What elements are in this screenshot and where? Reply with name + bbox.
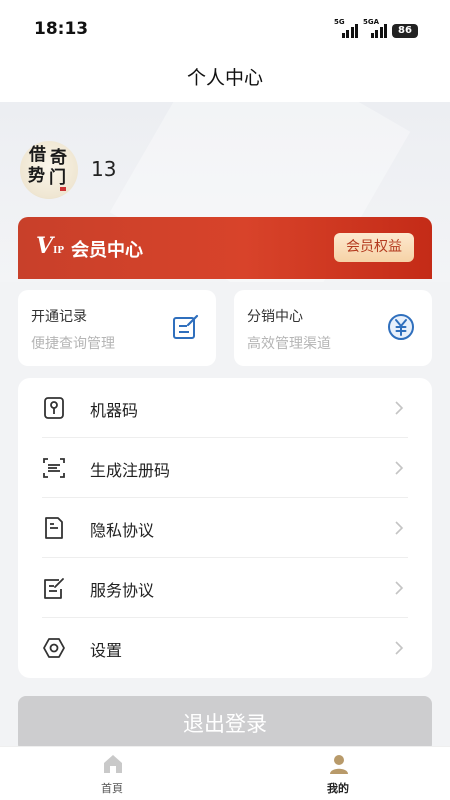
menu-label-privacy-policy: 隐私协议 [90, 521, 155, 540]
page-header: 个人中心 [0, 58, 450, 102]
avatar[interactable]: 借 奇 势 门 [20, 141, 78, 199]
menu-item-machine-code[interactable]: 机器码 [18, 378, 432, 438]
seal-stamp-icon [60, 187, 66, 191]
battery-icon: 86 [392, 24, 418, 38]
avatar-char-2: 奇 [50, 148, 67, 168]
menu-item-generate-code[interactable]: 生成注册码 [18, 438, 432, 498]
status-time: 18:13 [34, 19, 89, 39]
vip-benefits-button[interactable]: 会员权益 [334, 233, 414, 262]
key-icon [44, 397, 64, 419]
edit-note-icon [173, 314, 199, 339]
signal-5g-icon: 5G [334, 18, 358, 38]
chevron-right-icon [395, 401, 404, 415]
username: 13 [91, 157, 117, 181]
open-records-subtitle: 便捷查询管理 [31, 336, 115, 352]
service-doc-icon [44, 578, 64, 599]
page-title: 个人中心 [186, 67, 263, 89]
distribution-center-card[interactable]: 分销中心 高效管理渠道 [234, 290, 432, 366]
tab-home[interactable]: 首頁 [56, 747, 168, 800]
chevron-right-icon [395, 461, 404, 475]
vip-title: 会员中心 [71, 240, 143, 261]
open-records-title: 开通记录 [31, 309, 87, 325]
menu-item-privacy-policy[interactable]: 隐私协议 [18, 498, 432, 558]
home-icon [104, 755, 122, 773]
avatar-char-1: 借 [29, 145, 46, 165]
settings-icon [43, 638, 65, 658]
privacy-doc-icon [45, 517, 63, 539]
menu-item-settings[interactable]: 设置 [18, 618, 432, 678]
tab-home-label: 首頁 [101, 782, 123, 795]
distribution-center-title: 分销中心 [247, 309, 303, 325]
open-records-card[interactable]: 开通记录 便捷查询管理 [18, 290, 216, 366]
user-icon [330, 755, 348, 774]
vip-logo-icon: VIP [36, 233, 65, 259]
vip-banner[interactable]: VIP 会员中心 会员权益 [18, 217, 432, 279]
menu-label-machine-code: 机器码 [90, 401, 139, 420]
scan-code-icon [43, 458, 65, 478]
yuan-icon [388, 314, 414, 340]
distribution-center-subtitle: 高效管理渠道 [247, 336, 331, 352]
menu-label-settings: 设置 [90, 641, 123, 660]
chevron-right-icon [395, 581, 404, 595]
menu-list: 机器码 生成注册码 隐私协议 服务协议 设置 [18, 378, 432, 678]
avatar-char-4: 门 [49, 168, 66, 188]
chevron-right-icon [395, 641, 404, 655]
status-indicators: 5G 5GA 86 [334, 18, 418, 38]
bottom-tab-bar: 首頁 我的 [0, 746, 450, 800]
tab-mine[interactable]: 我的 [282, 747, 394, 800]
signal-5ga-icon: 5GA [363, 18, 387, 38]
avatar-char-3: 势 [28, 166, 45, 186]
menu-label-generate-code: 生成注册码 [90, 461, 171, 480]
chevron-right-icon [395, 521, 404, 535]
menu-item-service-agreement[interactable]: 服务协议 [18, 558, 432, 618]
menu-label-service-agreement: 服务协议 [90, 581, 155, 600]
status-bar: 18:13 5G 5GA 86 [0, 0, 450, 58]
logout-button[interactable]: 退出登录 [18, 696, 432, 752]
tab-mine-label: 我的 [327, 782, 349, 795]
